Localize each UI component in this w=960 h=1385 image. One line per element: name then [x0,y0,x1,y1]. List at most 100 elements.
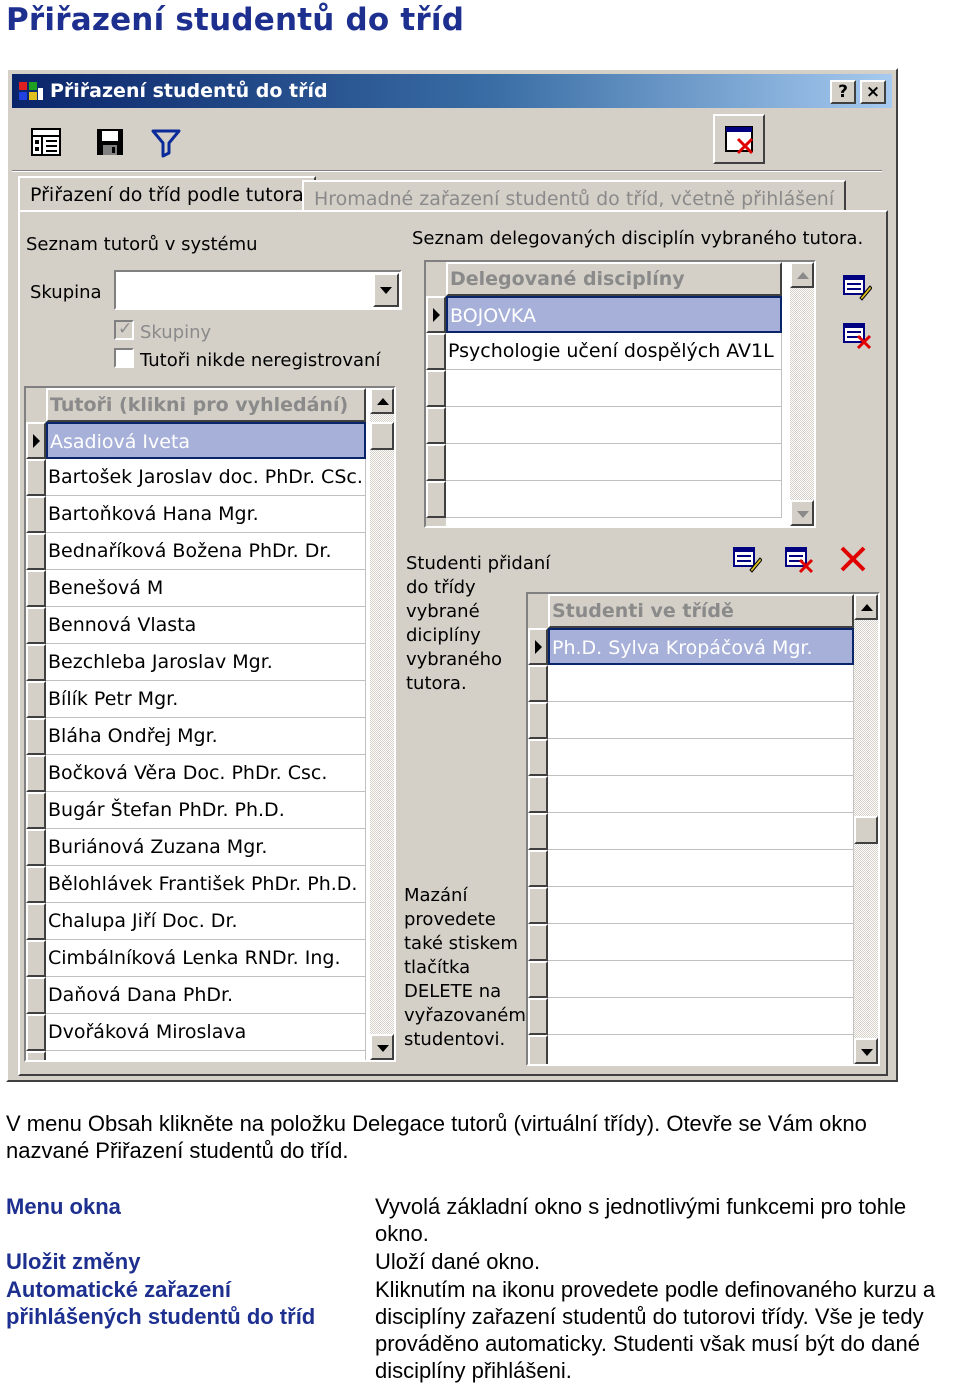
unregistered-checkbox[interactable] [114,348,134,368]
group-combo[interactable] [114,270,402,310]
row-selector[interactable] [528,850,548,887]
student-row[interactable] [548,998,854,1035]
row-selector[interactable] [426,370,446,407]
students-grid-header[interactable]: Studenti ve třídě [548,594,854,628]
tutor-row[interactable]: Bartošek Jaroslav doc. PhDr. CSc. [46,459,366,496]
row-selector[interactable] [528,961,548,998]
discipline-row[interactable]: Psychologie učení dospělých AV1L [446,333,782,370]
scroll-thumb[interactable] [854,816,878,844]
row-selector[interactable] [26,792,46,829]
save-icon[interactable] [92,124,128,160]
row-selector[interactable] [26,1051,46,1060]
delete-all-students-icon[interactable] [838,544,868,574]
row-selector[interactable] [426,333,446,370]
row-selector[interactable] [26,977,46,1014]
row-selector[interactable] [26,496,46,533]
tutor-row[interactable]: Benešová M [46,570,366,607]
tutor-row[interactable]: Cimbálníková Lenka RNDr. Ing. [46,940,366,977]
tutor-row[interactable] [46,1051,366,1060]
close-button[interactable]: × [860,80,886,104]
row-selector[interactable] [26,570,46,607]
scroll-down-button[interactable] [854,1038,878,1064]
row-selector[interactable] [26,718,46,755]
row-selector[interactable] [528,702,548,739]
row-selector[interactable] [26,1014,46,1051]
row-selector[interactable] [26,533,46,570]
tutors-grid-header[interactable]: Tutoři (klikni pro vyhledání) [46,388,366,422]
scroll-up-button[interactable] [370,388,394,414]
row-selector[interactable] [26,681,46,718]
tutor-row[interactable]: Bezchleba Jaroslav Mgr. [46,644,366,681]
tutors-scrollbar[interactable] [370,388,394,1060]
students-scrollbar[interactable] [854,594,878,1064]
scroll-down-button[interactable] [790,500,814,526]
tutor-row[interactable]: Bláha Ondřej Mgr. [46,718,366,755]
tab-bulk-assignment[interactable]: Hromadné zařazení studentů do tříd, včet… [302,180,847,212]
student-row[interactable] [548,924,854,961]
discipline-row[interactable] [446,481,782,518]
row-selector[interactable] [426,296,446,333]
student-row[interactable] [548,739,854,776]
row-selector[interactable] [426,444,446,481]
student-row[interactable] [548,702,854,739]
row-selector[interactable] [26,903,46,940]
groups-checkbox[interactable]: ✓ [114,319,134,340]
row-selector[interactable] [528,813,548,850]
tutor-row[interactable]: Bennová Vlasta [46,607,366,644]
combo-dropdown-button[interactable] [373,273,399,307]
scroll-up-button[interactable] [854,594,878,620]
student-row[interactable] [548,665,854,702]
row-selector[interactable] [528,739,548,776]
remove-student-icon[interactable] [784,544,814,574]
row-selector[interactable] [26,644,46,681]
row-selector[interactable] [26,940,46,977]
tutor-row[interactable]: Daňová Dana PhDr. [46,977,366,1014]
scroll-up-button[interactable] [790,262,814,288]
row-selector[interactable] [426,407,446,444]
student-row[interactable]: Ph.D. Sylva Kropáčová Mgr. [548,628,854,665]
row-selector[interactable] [26,755,46,792]
filter-icon[interactable] [148,124,184,160]
tutor-row[interactable]: Bugár Štefan PhDr. Ph.D. [46,792,366,829]
tutor-row[interactable]: Buriánová Zuzana Mgr. [46,829,366,866]
student-row[interactable] [548,961,854,998]
row-selector[interactable] [26,459,46,496]
row-selector[interactable] [528,665,548,702]
tutor-row[interactable]: Dvořáková Miroslava [46,1014,366,1051]
tutor-row[interactable]: Bílík Petr Mgr. [46,681,366,718]
discipline-row[interactable]: BOJOVKA [446,296,782,333]
row-selector[interactable] [26,866,46,903]
discipline-row[interactable] [446,444,782,481]
row-selector[interactable] [528,998,548,1035]
row-selector[interactable] [528,887,548,924]
discipline-row[interactable] [446,407,782,444]
delete-discipline-icon[interactable] [842,320,872,350]
close-form-button[interactable] [713,114,765,164]
row-selector[interactable] [528,1035,548,1064]
discipline-row[interactable] [446,370,782,407]
scroll-thumb[interactable] [370,422,394,450]
edit-disciplines-icon[interactable] [842,272,872,302]
window-menu-icon[interactable] [28,124,64,160]
help-button[interactable]: ? [830,80,856,104]
tutor-row[interactable]: Bednaříková Božena PhDr. Dr. [46,533,366,570]
edit-students-icon[interactable] [732,544,762,574]
student-row[interactable] [548,887,854,924]
row-selector[interactable] [26,607,46,644]
tutor-row[interactable]: Bočková Věra Doc. PhDr. Csc. [46,755,366,792]
row-selector[interactable] [426,481,446,518]
tutor-row[interactable]: Bělohlávek František PhDr. Ph.D. [46,866,366,903]
tutor-row[interactable]: Chalupa Jiří Doc. Dr. [46,903,366,940]
scroll-down-button[interactable] [370,1034,394,1060]
student-row[interactable] [548,850,854,887]
tutor-row[interactable]: Bartoňková Hana Mgr. [46,496,366,533]
row-selector[interactable] [528,776,548,813]
tab-by-tutor[interactable]: Přiřazení do tříd podle tutora [18,176,316,212]
student-row[interactable] [548,813,854,850]
row-selector[interactable] [26,422,46,459]
disciplines-grid-header[interactable]: Delegované disciplíny [446,262,782,296]
row-selector[interactable] [528,924,548,961]
student-row[interactable] [548,1035,854,1064]
tutor-row[interactable]: Asadiová Iveta [46,422,366,459]
student-row[interactable] [548,776,854,813]
